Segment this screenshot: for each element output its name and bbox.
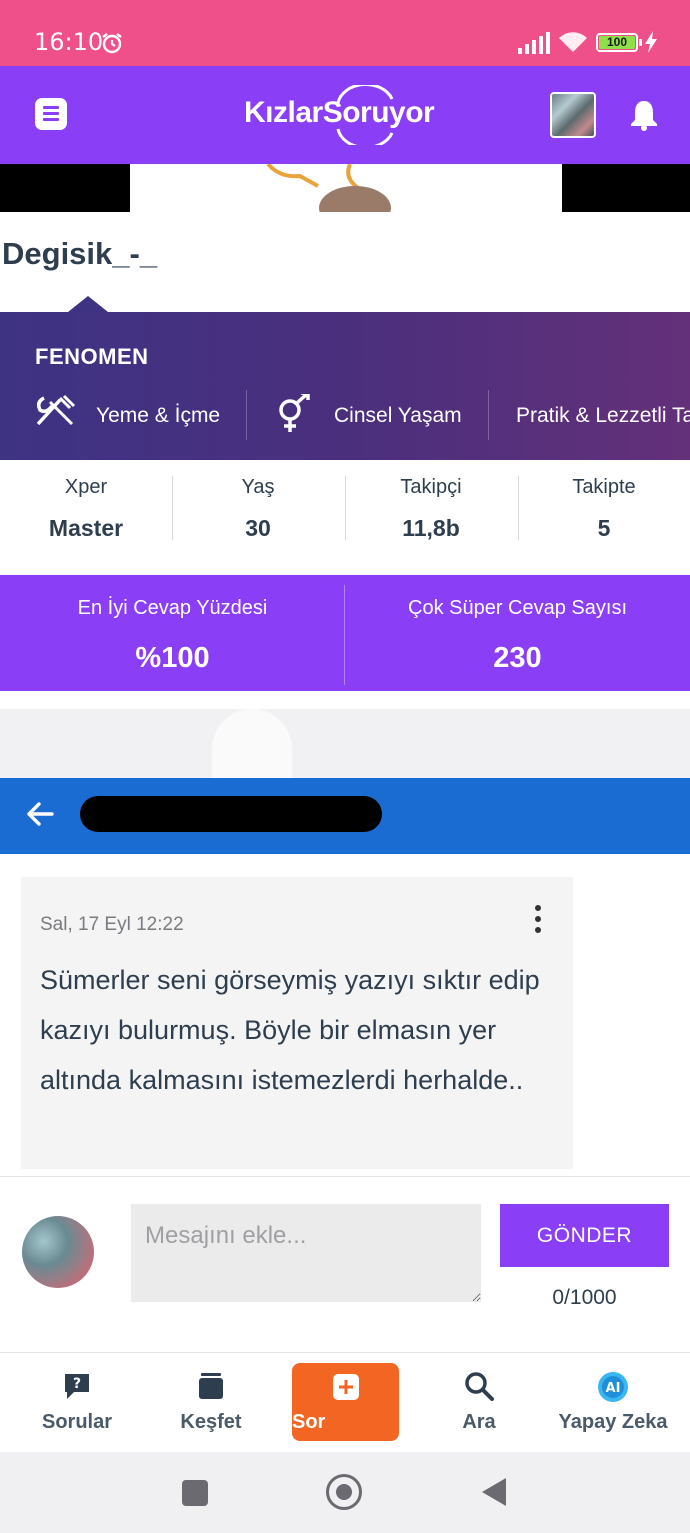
ai-icon: AI: [598, 1372, 628, 1402]
system-nav-bar: [0, 1452, 690, 1533]
nav-kesfet[interactable]: Keşfet: [144, 1353, 278, 1453]
cover-redaction-right: [562, 164, 690, 212]
user-avatar[interactable]: [550, 92, 596, 138]
plus-square-icon: [332, 1374, 359, 1400]
redacted-chat-title: [80, 796, 382, 832]
char-counter: 0/1000: [552, 1286, 617, 1309]
message-text: Sümerler seni görseymiş yazıyı sıktır ed…: [40, 965, 540, 1095]
message-input[interactable]: [131, 1204, 481, 1302]
svg-text:AI: AI: [606, 1381, 621, 1396]
bell-icon[interactable]: [630, 99, 658, 131]
status-time: 16:10: [34, 28, 104, 56]
stat-label: Yaş: [241, 476, 275, 498]
nav-label: Ara: [462, 1411, 496, 1433]
back-arrow-icon[interactable]: [24, 798, 56, 830]
menu-button[interactable]: [35, 98, 67, 130]
status-bar: 16:10 100: [0, 0, 690, 66]
topic-cinsel-yasam[interactable]: Cinsel Yaşam: [334, 404, 462, 428]
background-overlay: [0, 691, 690, 779]
topic-yeme-icme[interactable]: Yeme & İçme: [96, 404, 220, 428]
nav-sor[interactable]: Sor: [292, 1363, 399, 1441]
stat-label: Xper: [64, 476, 108, 498]
svg-text:?: ?: [73, 1376, 81, 1392]
fenomen-banner: FENOMEN Yeme & İçme Cinsel Yaşam Pratik …: [0, 312, 690, 460]
chat-header: [0, 778, 690, 854]
stat-value: 30: [245, 515, 271, 541]
home-icon[interactable]: [326, 1474, 362, 1510]
battery-level: 100: [599, 36, 635, 49]
fenomen-notch: [68, 296, 108, 312]
nav-label: Sorular: [41, 1411, 113, 1433]
astat-label: En İyi Cevap Yüzdesi: [77, 597, 268, 619]
app-header: KızlarSoruyor: [0, 66, 690, 164]
stat-following[interactable]: Takipte 5: [518, 460, 690, 542]
stat-followers[interactable]: Takipçi 11,8b: [345, 460, 517, 542]
stat-xper: Xper Master: [0, 460, 172, 542]
composer-avatar: [22, 1216, 94, 1288]
fork-knife-icon: [36, 394, 76, 426]
nav-label: Yapay Zeka: [558, 1411, 668, 1433]
astat-value: 230: [493, 642, 542, 674]
topic-pratik-lezzetli[interactable]: Pratik & Lezzetli Ta: [516, 404, 690, 428]
alarm-icon: [102, 33, 122, 54]
battery-icon: 100: [596, 33, 642, 52]
logo-arc-icon: [336, 85, 394, 145]
stat-age: Yaş 30: [172, 460, 344, 542]
fenomen-title: FENOMEN: [35, 344, 149, 369]
cover-redaction-left: [0, 164, 130, 212]
astat-label: Çok Süper Cevap Sayısı: [408, 597, 627, 619]
question-bubble-icon: ?: [65, 1374, 89, 1399]
nav-yapay-zeka[interactable]: AI Yapay Zeka: [546, 1353, 680, 1453]
best-answer-rate: En İyi Cevap Yüzdesi %100: [0, 575, 345, 675]
super-answer-count: Çok Süper Cevap Sayısı 230: [345, 575, 690, 675]
message-composer: GÖNDER 0/1000: [0, 1176, 690, 1352]
charging-icon: [645, 31, 657, 53]
stat-value: Master: [48, 515, 124, 541]
stat-value: 11,8b: [402, 515, 460, 541]
signal-icon: [518, 32, 550, 54]
stat-label: Takipçi: [400, 476, 462, 498]
nav-sorular[interactable]: ? Sorular: [10, 1353, 144, 1453]
profile-username: Degisik_-_: [2, 236, 158, 271]
nav-label: Sor: [292, 1411, 326, 1433]
chat-message: Sal, 17 Eyl 12:22 Sümerler seni görseymi…: [21, 877, 573, 1169]
search-icon: [465, 1372, 494, 1401]
stat-label: Takipte: [572, 476, 636, 498]
nav-ara[interactable]: Ara: [412, 1353, 546, 1453]
send-button[interactable]: GÖNDER: [500, 1204, 669, 1267]
cover-illustration: [266, 164, 391, 212]
answer-stats: En İyi Cevap Yüzdesi %100 Çok Süper Ceva…: [0, 575, 690, 691]
gender-icon: [279, 394, 310, 432]
bottom-nav: ? Sorular Keşfet Sor Ara AI Yapay Zeka: [0, 1352, 690, 1452]
cover-image: [0, 164, 690, 214]
stat-value: 5: [597, 515, 611, 541]
wifi-icon: [559, 32, 587, 52]
message-date: Sal, 17 Eyl 12:22: [40, 914, 184, 935]
more-options-icon[interactable]: [533, 905, 543, 939]
nav-label: Keşfet: [180, 1411, 242, 1433]
recents-icon[interactable]: [182, 1480, 208, 1506]
stack-icon: [199, 1373, 223, 1399]
system-back-icon[interactable]: [482, 1478, 506, 1506]
profile-stats: Xper Master Yaş 30 Takipçi 11,8b Takipte…: [0, 460, 690, 576]
astat-value: %100: [135, 642, 210, 674]
